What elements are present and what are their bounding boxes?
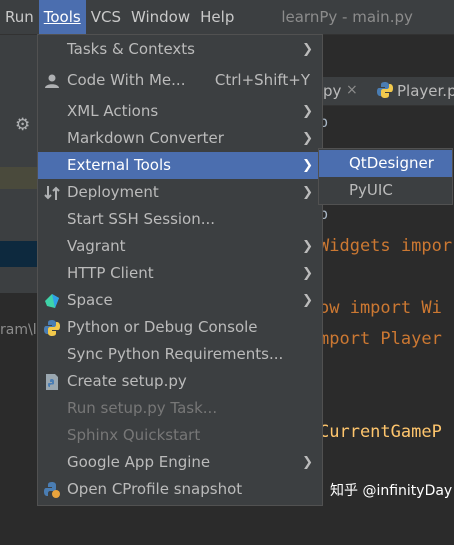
code-text: mport Player [319, 329, 442, 349]
menu-item-label: Tasks & Contexts [67, 40, 195, 58]
menu-item-markdown-converter[interactable]: Markdown Converter ❯ [38, 125, 322, 152]
menu-item-http-client[interactable]: HTTP Client ❯ [38, 260, 322, 287]
code-line: mport Player [319, 329, 442, 349]
submenu-item-label: PyUIC [349, 181, 393, 199]
menu-item-label: Vagrant [67, 237, 126, 255]
code-text: Widgets impor [319, 236, 453, 256]
tools-menu: Tasks & Contexts ❯ Code With Me... Ctrl+… [37, 34, 323, 506]
menu-item-label: Google App Engine [67, 453, 211, 471]
close-icon[interactable]: × [346, 82, 358, 98]
project-row-selected[interactable] [0, 241, 37, 267]
python-file-icon [46, 374, 58, 390]
menu-item-label: Markdown Converter [67, 129, 224, 147]
chevron-right-icon: ❯ [302, 293, 313, 308]
menu-item-open-cprofile-snapshot[interactable]: Open CProfile snapshot [38, 476, 322, 503]
chevron-right-icon: ❯ [302, 158, 313, 173]
chevron-right-icon: ❯ [302, 104, 313, 119]
menu-vcs[interactable]: VCS [86, 0, 126, 34]
code-line: Widgets impor [319, 236, 452, 256]
menu-item-label: Deployment [67, 183, 159, 201]
chevron-right-icon: ❯ [302, 266, 313, 281]
menu-item-external-tools[interactable]: External Tools ❯ [38, 152, 322, 179]
window-title: learnPy - main.py [281, 8, 413, 26]
menu-item-label: HTTP Client [67, 264, 154, 282]
gear-icon[interactable]: ⚙ [15, 115, 30, 135]
menu-bar: Run Tools VCS Window Help learnPy - main… [0, 0, 454, 35]
menu-help[interactable]: Help [195, 0, 239, 34]
menu-item-label: External Tools [67, 156, 171, 174]
menu-item-shortcut: Ctrl+Shift+Y [214, 71, 310, 89]
menu-tools[interactable]: Tools [38, 0, 86, 34]
code-text: ow import Wi [319, 298, 442, 318]
project-panel: ⚙ ram\le [0, 35, 45, 545]
menu-item-start-ssh-session[interactable]: Start SSH Session... [38, 206, 322, 233]
menu-item-google-app-engine[interactable]: Google App Engine ❯ [38, 449, 322, 476]
menu-item-label: Run setup.py Task... [67, 399, 218, 417]
menu-item-code-with-me[interactable]: Code With Me... Ctrl+Shift+Y [38, 67, 322, 94]
menu-item-label: Space [67, 291, 113, 309]
external-tools-submenu: QtDesigner PyUIC [318, 148, 453, 205]
chevron-right-icon: ❯ [302, 455, 313, 470]
menu-item-label: Python or Debug Console [67, 318, 258, 336]
menu-window[interactable]: Window [126, 0, 195, 34]
chevron-right-icon: ❯ [302, 185, 313, 200]
menu-item-label: Open CProfile snapshot [67, 480, 243, 498]
menu-item-label: Code With Me... [67, 71, 186, 89]
code-with-me-icon [45, 74, 59, 88]
editor-tab-player[interactable]: Player.p [397, 82, 454, 100]
menu-item-label: Create setup.py [67, 372, 187, 390]
chevron-right-icon: ❯ [302, 42, 313, 57]
editor-tab-main[interactable]: py [323, 82, 341, 100]
space-icon [45, 294, 59, 308]
menu-item-xml-actions[interactable]: XML Actions ❯ [38, 98, 322, 125]
menu-item-run-setup-py-task: Run setup.py Task... [38, 395, 322, 422]
menu-item-sync-python-requirements[interactable]: Sync Python Requirements... [38, 341, 322, 368]
menu-tools-label: Tools [43, 8, 81, 26]
menu-item-space[interactable]: Space ❯ [38, 287, 322, 314]
code-line: ow import Wi [319, 298, 442, 318]
menu-item-create-setup-py[interactable]: Create setup.py [38, 368, 322, 395]
watermark-text: 知乎 @infinityDay [330, 483, 453, 499]
menu-item-python-debug-console[interactable]: Python or Debug Console [38, 314, 322, 341]
submenu-item-pyuic[interactable]: PyUIC [319, 177, 452, 204]
submenu-item-qtdesigner[interactable]: QtDesigner [319, 150, 452, 177]
menu-item-tasks-contexts[interactable]: Tasks & Contexts ❯ [38, 36, 322, 63]
menu-item-deployment[interactable]: Deployment ❯ [38, 179, 322, 206]
deployment-icon [44, 186, 60, 200]
profile-icon [44, 482, 60, 498]
python-icon [377, 82, 393, 98]
menu-item-label: XML Actions [67, 102, 159, 120]
chevron-right-icon: ❯ [302, 239, 313, 254]
project-row-highlight [0, 167, 37, 189]
python-icon [44, 320, 60, 336]
code-line: CurrentGameP [319, 422, 442, 442]
menu-item-label: Sphinx Quickstart [67, 426, 201, 444]
menu-item-label: Sync Python Requirements... [67, 345, 284, 363]
menu-item-vagrant[interactable]: Vagrant ❯ [38, 233, 322, 260]
menu-item-sphinx-quickstart: Sphinx Quickstart [38, 422, 322, 449]
submenu-item-label: QtDesigner [349, 154, 434, 172]
chevron-right-icon: ❯ [302, 131, 313, 146]
menu-item-label: Start SSH Session... [67, 210, 216, 228]
menu-run[interactable]: Run [0, 0, 39, 34]
